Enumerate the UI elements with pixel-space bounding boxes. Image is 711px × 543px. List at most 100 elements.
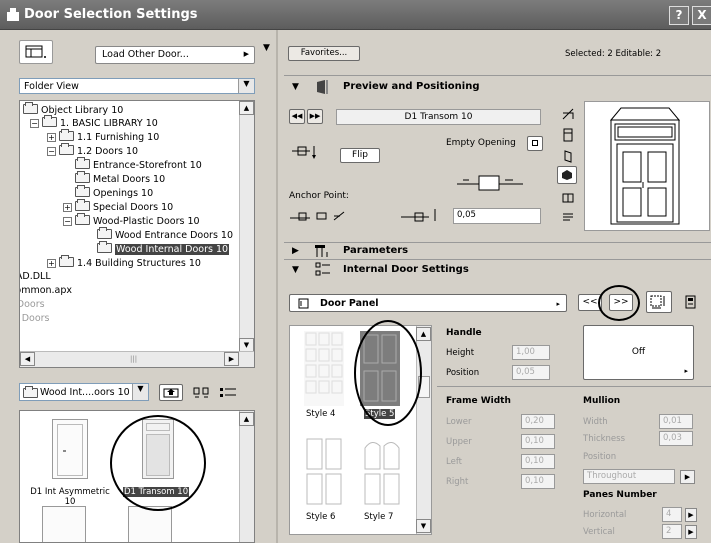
tree-item-object-library[interactable]: Object Library 10 — [23, 102, 123, 117]
close-button[interactable]: X — [692, 6, 711, 25]
panes-horizontal-field[interactable]: 4 — [662, 507, 682, 522]
panel-door-icon — [363, 334, 397, 402]
thumbnail-scrollbar[interactable]: ▲ — [239, 411, 254, 542]
large-icons-view-icon[interactable] — [192, 386, 214, 400]
frame-left-field[interactable]: 0,10 — [521, 454, 555, 469]
mullion-position-select[interactable]: Throughout — [583, 469, 675, 484]
scroll-up-icon[interactable]: ▲ — [239, 101, 254, 115]
handle-type-button[interactable]: Off ▸ — [583, 325, 694, 380]
load-other-door-button[interactable]: Load Other Door... ▶ — [95, 46, 255, 64]
folder-tree[interactable]: Object Library 10 −1. BASIC LIBRARY 10 +… — [19, 100, 255, 368]
tree-item-basic-library[interactable]: −1. BASIC LIBRARY 10 — [30, 115, 158, 130]
scroll-down-icon[interactable]: ▼ — [416, 519, 431, 533]
anchor-position-icon[interactable] — [455, 174, 525, 192]
handle-height-field[interactable]: 1,00 — [512, 345, 550, 360]
list-view-icon[interactable] — [218, 386, 240, 400]
tree-horizontal-scrollbar[interactable]: ◀ ||| ▶ — [20, 351, 254, 367]
scroll-down-icon[interactable]: ▼ — [239, 338, 254, 352]
style-7-preview[interactable] — [362, 436, 402, 508]
previous-door-button[interactable]: ◀◀ — [289, 109, 305, 124]
style-4-label: Style 4 — [306, 409, 336, 419]
side-view-icon[interactable] — [562, 149, 574, 163]
section-view-icon[interactable] — [561, 192, 575, 204]
page-size-button[interactable] — [646, 291, 672, 313]
view-mode-select[interactable]: Folder View ▼ — [19, 78, 255, 94]
door-thumbnail-list[interactable]: D1 Int Asymmetric 10 D1 Transom 10 ▲ — [19, 410, 255, 543]
panes-vertical-field[interactable]: 2 — [662, 524, 682, 539]
next-page-button[interactable]: >> — [609, 294, 633, 311]
thumbnail-d1-int-asymmetric[interactable]: D1 Int Asymmetric 10 — [30, 419, 110, 509]
scroll-right-icon[interactable]: ▶ — [224, 352, 239, 366]
folder-select[interactable]: Wood Int....oors 10 ▼ — [19, 383, 149, 401]
frame-lower-field[interactable]: 0,20 — [521, 414, 555, 429]
style-5-preview[interactable] — [360, 331, 400, 406]
frame-right-field[interactable]: 0,10 — [521, 474, 555, 489]
arrow-right-icon: ▸ — [684, 367, 688, 375]
elevation-view-icon[interactable] — [562, 128, 574, 142]
style-4-preview[interactable] — [304, 331, 344, 406]
mullion-width-field[interactable]: 0,01 — [659, 414, 693, 429]
parameters-section-header[interactable]: ▶ Parameters — [284, 242, 711, 258]
flip-button[interactable]: Flip — [340, 148, 380, 163]
door-panel-select[interactable]: Door Panel ▸ — [289, 294, 567, 312]
scroll-up-icon[interactable]: ▲ — [416, 327, 431, 341]
parent-folder-button[interactable] — [159, 384, 183, 401]
tree-item-other-doors[interactable]: er Doors — [20, 299, 45, 312]
info-book-icon[interactable] — [683, 294, 699, 310]
mullion-thickness-field[interactable]: 0,03 — [659, 431, 693, 446]
next-door-button[interactable]: ▶▶ — [307, 109, 323, 124]
scroll-grip-icon[interactable]: ||| — [130, 355, 137, 363]
previous-page-button[interactable]: << — [578, 294, 602, 311]
reveal-mid-icon[interactable] — [316, 210, 328, 222]
anchor-value-field[interactable]: 0,05 — [453, 208, 541, 224]
help-button[interactable]: ? — [669, 6, 689, 25]
tree-item-metal-doors[interactable]: Metal Doors 10 — [75, 171, 165, 186]
collapse-icon[interactable]: − — [47, 147, 56, 156]
tree-item-building-structures[interactable]: +1.4 Building Structures 10 — [47, 255, 201, 270]
3d-view-button[interactable] — [557, 166, 577, 184]
empty-opening-toggle[interactable] — [527, 136, 543, 151]
floor-plan-view-icon[interactable] — [561, 107, 575, 120]
tree-item-entrance-storefront[interactable]: Entrance-Storefront 10 — [75, 157, 202, 172]
style-list[interactable]: Style 4 Style 5 Style 6 Style 7 ▲ ▼ — [289, 325, 432, 535]
collapse-triangle-icon[interactable]: ▼ — [292, 82, 299, 92]
style-6-preview[interactable] — [304, 436, 344, 508]
arrow-right-icon[interactable]: ▶ — [685, 508, 697, 522]
scroll-up-icon[interactable]: ▲ — [239, 412, 254, 426]
expand-icon[interactable]: + — [47, 133, 56, 142]
list-settings-icon[interactable] — [561, 211, 575, 224]
expand-icon[interactable]: + — [47, 259, 56, 268]
tree-item-doors[interactable]: −1.2 Doors 10 — [47, 143, 138, 158]
reveal-left-icon[interactable] — [289, 210, 311, 222]
pane-divider[interactable] — [276, 30, 278, 543]
scroll-thumb[interactable] — [418, 376, 430, 398]
folder-icon — [59, 129, 74, 141]
handle-position-field[interactable]: 0,05 — [512, 365, 550, 380]
thumbnail-d1-transom[interactable]: D1 Transom 10 — [118, 419, 198, 509]
tree-item-common-apx[interactable]: _Common.apx — [20, 285, 72, 298]
style-list-scrollbar[interactable]: ▲ ▼ — [416, 326, 431, 534]
tree-item-wood-entrance-doors[interactable]: Wood Entrance Doors 10 — [97, 227, 233, 242]
expand-icon[interactable]: + — [63, 203, 72, 212]
arrow-right-icon[interactable]: ▶ — [685, 525, 697, 539]
frame-upper-field[interactable]: 0,10 — [521, 434, 555, 449]
view-toggle-icon[interactable] — [19, 40, 53, 64]
tree-item-wood-plastic-doors[interactable]: − Wood-Plastic Doors 10 — [63, 213, 200, 228]
tree-item-dll[interactable]: iiCAD.DLL — [20, 271, 51, 284]
anchor-point-label: Anchor Point: — [289, 191, 349, 201]
arrow-right-icon[interactable]: ▶ — [680, 470, 695, 484]
collapse-icon[interactable]: − — [30, 119, 39, 128]
favorites-button[interactable]: Favorites... — [288, 46, 360, 61]
internal-settings-section-header[interactable]: ▼ Internal Door Settings — [284, 259, 711, 279]
tree-vertical-scrollbar[interactable]: ▲ ▼ — [239, 101, 254, 352]
collapse-triangle-icon[interactable]: ▼ — [292, 265, 299, 275]
reveal-right-icon[interactable] — [332, 210, 346, 222]
panel-menu-arrow-icon[interactable]: ▼ — [263, 43, 270, 53]
tree-item-openings[interactable]: Openings 10 — [75, 185, 153, 200]
tree-item-missing-doors[interactable]: ing Doors — [20, 313, 50, 326]
preview-section-header[interactable]: ▼ Preview and Positioning — [284, 75, 711, 97]
tree-item-wood-internal-doors[interactable]: Wood Internal Doors 10 — [97, 241, 230, 256]
collapse-icon[interactable]: − — [63, 217, 72, 226]
expand-triangle-icon[interactable]: ▶ — [292, 246, 299, 256]
scroll-left-icon[interactable]: ◀ — [20, 352, 35, 366]
